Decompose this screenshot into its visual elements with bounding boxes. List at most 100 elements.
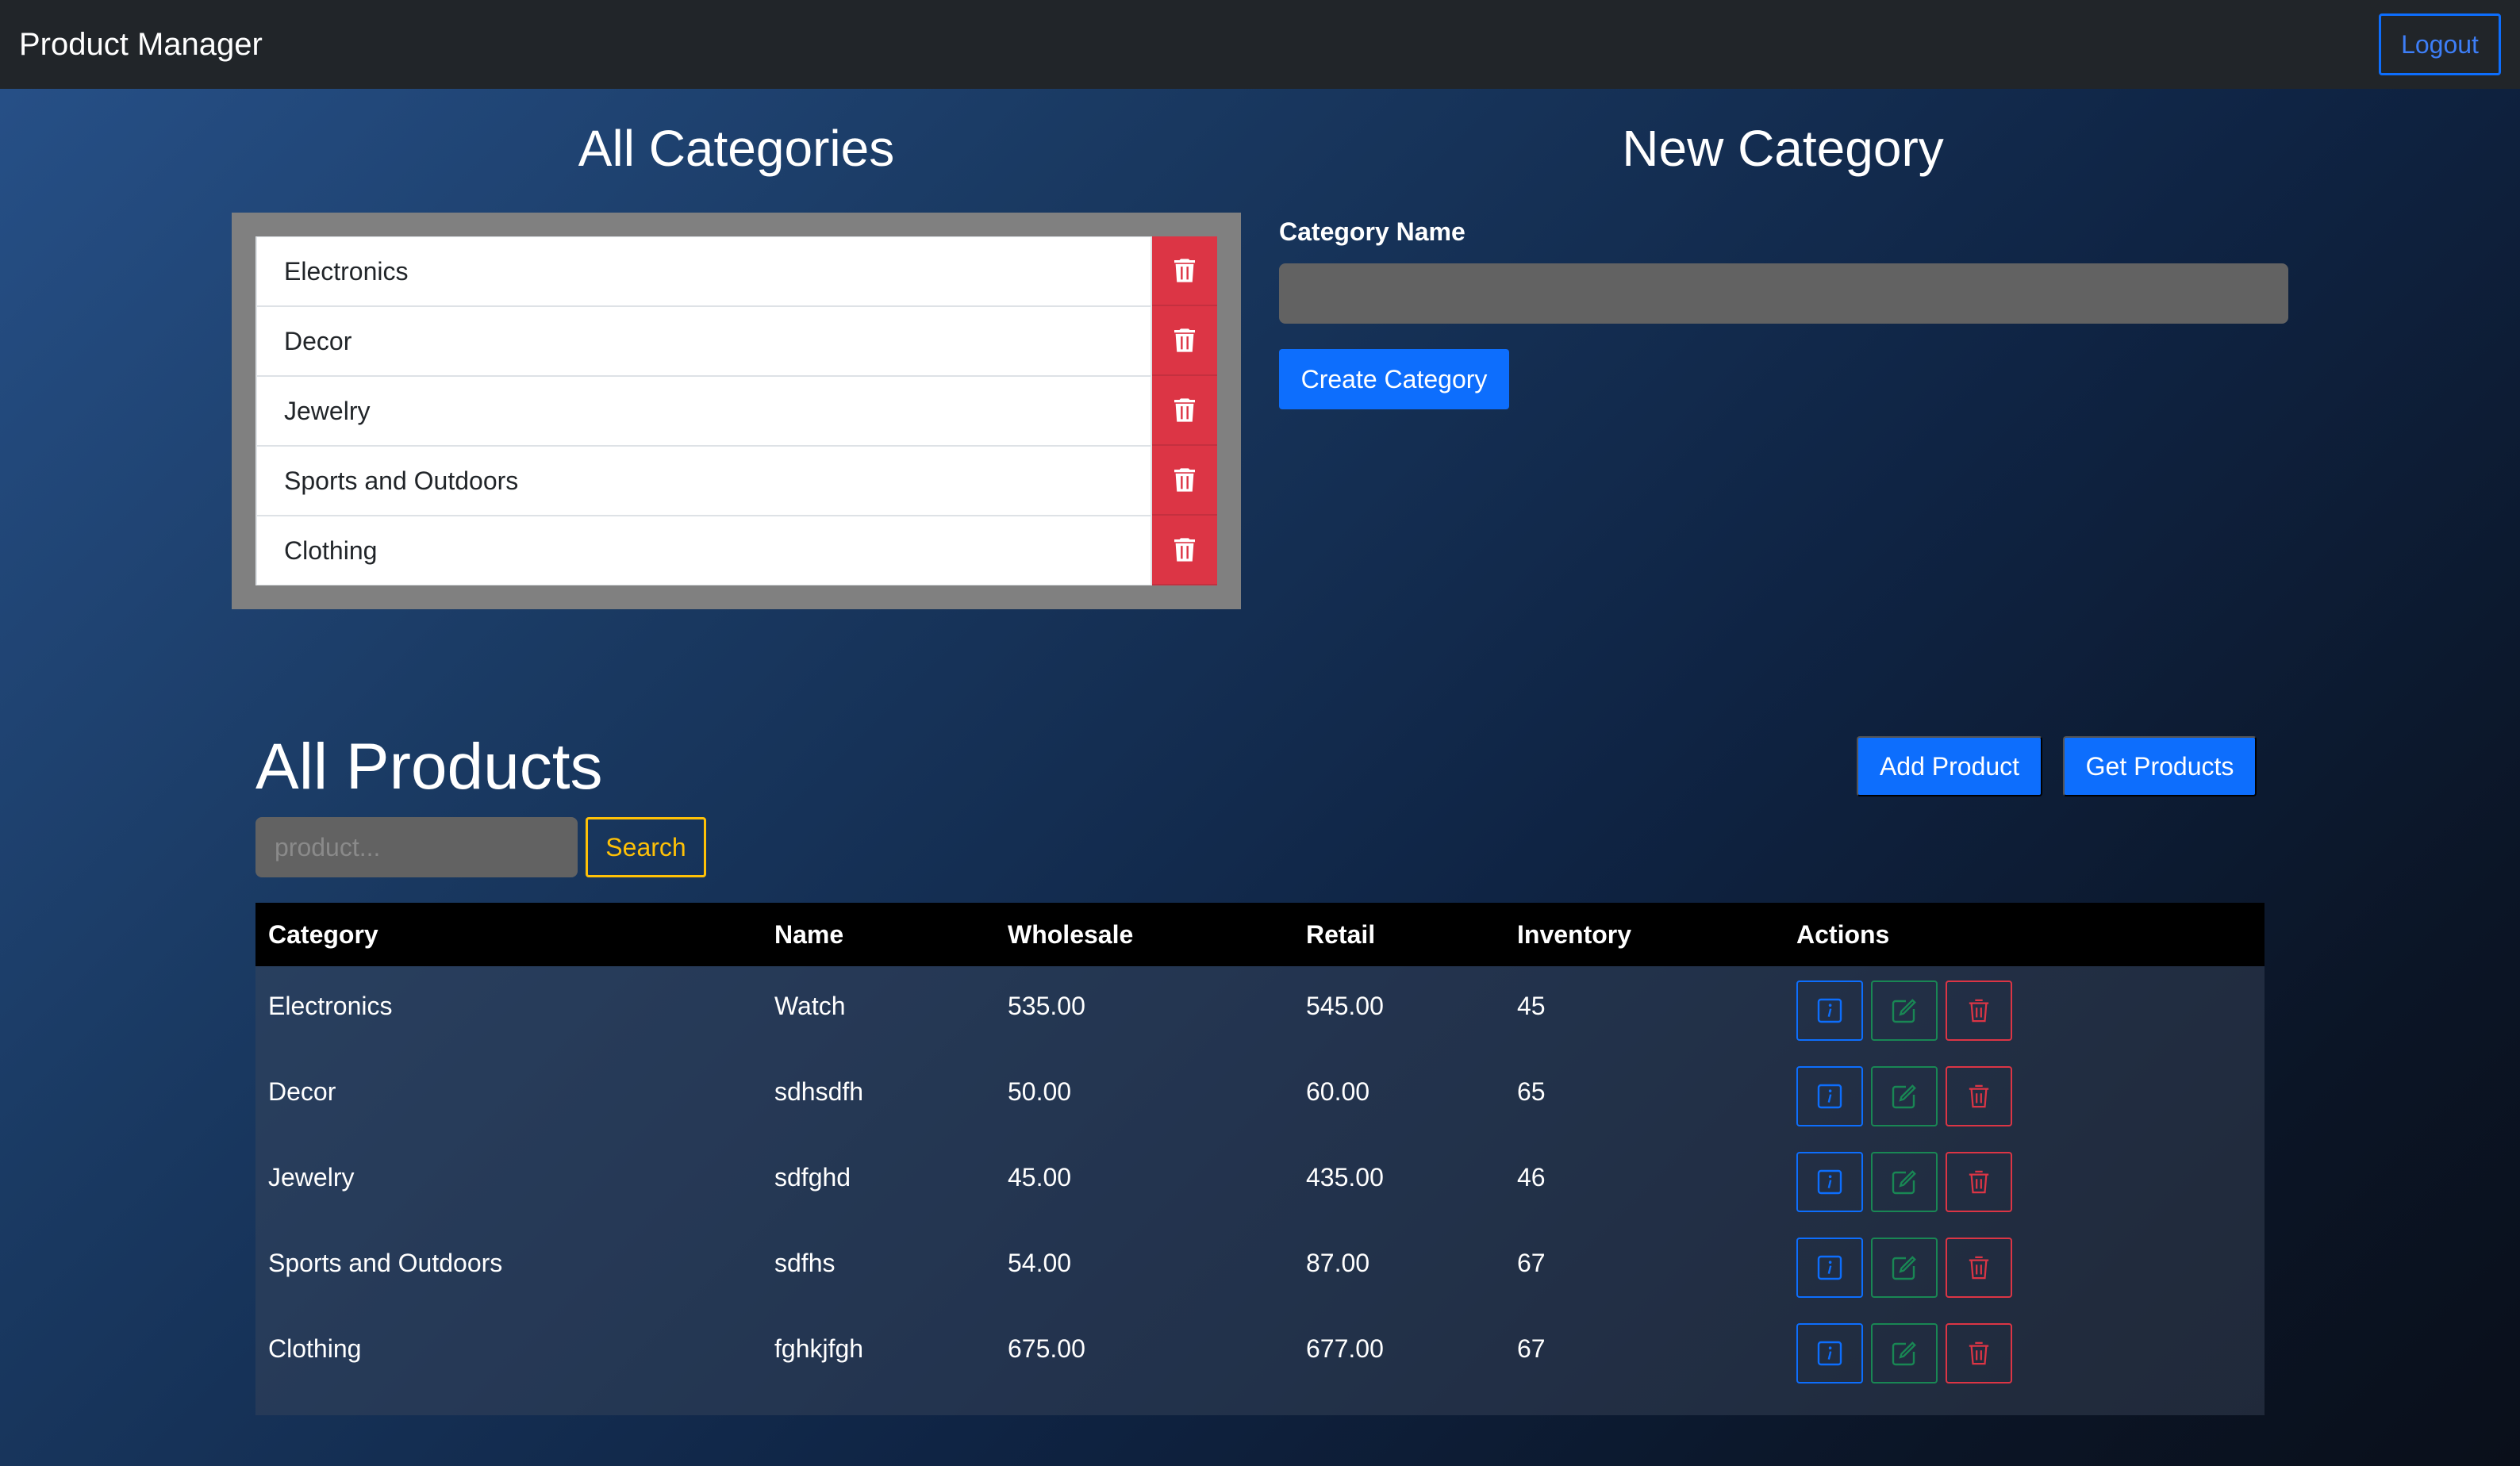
table-row: Decor sdhsdfh 50.00 60.00 65: [255, 1052, 2265, 1138]
table-row: Sports and Outdoors sdfhs 54.00 87.00 67: [255, 1223, 2265, 1309]
cell-category: Decor: [268, 1077, 336, 1106]
cell-inventory: 46: [1517, 1163, 1546, 1192]
products-heading: All Products: [255, 731, 603, 803]
table-row: Jewelry sdfghd 45.00 435.00 46: [255, 1138, 2265, 1223]
cell-retail: 545.00: [1306, 992, 1384, 1020]
cell-inventory: 67: [1517, 1249, 1546, 1277]
category-row: Jewelry: [255, 376, 1217, 446]
navbar: Product Manager Logout: [0, 0, 2520, 89]
cell-name: Watch: [774, 992, 846, 1020]
cell-name: sdfhs: [774, 1249, 836, 1277]
product-edit-button[interactable]: [1871, 981, 1938, 1041]
product-delete-button[interactable]: [1946, 1323, 2012, 1383]
trash-icon: [1969, 1170, 1989, 1194]
product-delete-button[interactable]: [1946, 1152, 2012, 1212]
cell-category: Clothing: [268, 1334, 362, 1363]
info-icon: [1817, 1169, 1842, 1195]
info-icon: [1817, 1341, 1842, 1366]
product-delete-button[interactable]: [1946, 1066, 2012, 1126]
cell-actions: [1796, 1309, 2265, 1395]
product-edit-button[interactable]: [1871, 1323, 1938, 1383]
product-search-input[interactable]: [255, 817, 578, 877]
logout-button[interactable]: Logout: [2379, 13, 2501, 75]
cell-inventory: 67: [1517, 1334, 1546, 1363]
delete-category-button[interactable]: [1152, 306, 1217, 376]
delete-category-button[interactable]: [1152, 516, 1217, 585]
column-header-actions: Actions: [1796, 919, 1890, 949]
add-product-button[interactable]: Add Product: [1857, 736, 2042, 796]
edit-icon: [1892, 999, 1916, 1023]
search-button[interactable]: Search: [586, 817, 706, 877]
trash-icon: [1969, 999, 1989, 1023]
cell-actions: [1796, 1138, 2265, 1223]
cell-wholesale: 45.00: [1008, 1163, 1072, 1192]
cell-wholesale: 675.00: [1008, 1334, 1085, 1363]
product-edit-button[interactable]: [1871, 1066, 1938, 1126]
category-name-label: Category Name: [1279, 217, 1466, 246]
brand-title[interactable]: Product Manager: [19, 27, 263, 63]
product-edit-button[interactable]: [1871, 1152, 1938, 1212]
category-name-input[interactable]: [1279, 263, 2288, 324]
info-icon: [1817, 998, 1842, 1023]
table-row: Clothing fghkjfgh 675.00 677.00 67: [255, 1309, 2265, 1395]
product-delete-button[interactable]: [1946, 981, 2012, 1041]
delete-category-button[interactable]: [1152, 236, 1217, 306]
product-edit-button[interactable]: [1871, 1238, 1938, 1298]
cell-retail: 435.00: [1306, 1163, 1384, 1192]
cell-actions: [1796, 966, 2265, 1052]
product-info-button[interactable]: [1796, 981, 1863, 1041]
cell-retail: 60.00: [1306, 1077, 1370, 1106]
cell-category: Sports and Outdoors: [268, 1249, 503, 1277]
info-icon: [1817, 1255, 1842, 1280]
trash-icon: [1174, 468, 1195, 492]
edit-icon: [1892, 1256, 1916, 1280]
delete-category-button[interactable]: [1152, 446, 1217, 516]
table-header: Category Name Wholesale Retail Inventory…: [255, 903, 2265, 966]
product-info-button[interactable]: [1796, 1238, 1863, 1298]
edit-icon: [1892, 1084, 1916, 1109]
category-name: Clothing: [255, 516, 1152, 585]
cell-name: sdhsdfh: [774, 1077, 864, 1106]
trash-icon: [1174, 259, 1195, 282]
trash-icon: [1969, 1256, 1989, 1280]
category-name: Decor: [255, 306, 1152, 376]
trash-icon: [1174, 538, 1195, 562]
cell-actions: [1796, 1052, 2265, 1138]
product-info-button[interactable]: [1796, 1323, 1863, 1383]
category-name: Sports and Outdoors: [255, 446, 1152, 516]
get-products-button[interactable]: Get Products: [2063, 736, 2257, 796]
product-delete-button[interactable]: [1946, 1238, 2012, 1298]
trash-icon: [1174, 398, 1195, 422]
column-header-retail[interactable]: Retail: [1306, 920, 1517, 950]
trash-icon: [1174, 328, 1195, 352]
new-category-heading: New Category: [1622, 120, 1944, 177]
category-row: Sports and Outdoors: [255, 446, 1217, 516]
table-row: Electronics Watch 535.00 545.00 45: [255, 966, 2265, 1052]
category-list: Electronics Decor Jewelry Sports and Out…: [232, 213, 1241, 609]
edit-icon: [1892, 1170, 1916, 1195]
info-icon: [1817, 1084, 1842, 1109]
column-header-category[interactable]: Category: [255, 920, 774, 950]
delete-category-button[interactable]: [1152, 376, 1217, 446]
cell-retail: 677.00: [1306, 1334, 1384, 1363]
column-header-name[interactable]: Name: [774, 920, 1008, 950]
categories-heading: All Categories: [578, 120, 895, 177]
column-header-inventory[interactable]: Inventory: [1517, 920, 1796, 950]
edit-icon: [1892, 1341, 1916, 1366]
cell-category: Jewelry: [268, 1163, 355, 1192]
trash-icon: [1969, 1341, 1989, 1365]
category-name: Jewelry: [255, 376, 1152, 446]
column-header-wholesale[interactable]: Wholesale: [1008, 920, 1306, 950]
product-info-button[interactable]: [1796, 1152, 1863, 1212]
cell-name: fghkjfgh: [774, 1334, 864, 1363]
cell-wholesale: 50.00: [1008, 1077, 1072, 1106]
cell-inventory: 45: [1517, 992, 1546, 1020]
category-name: Electronics: [255, 236, 1152, 306]
table-body: Electronics Watch 535.00 545.00 45 Decor…: [255, 966, 2265, 1415]
cell-actions: [1796, 1223, 2265, 1309]
cell-category: Electronics: [268, 992, 393, 1020]
product-info-button[interactable]: [1796, 1066, 1863, 1126]
create-category-button[interactable]: Create Category: [1279, 349, 1509, 409]
cell-inventory: 65: [1517, 1077, 1546, 1106]
category-row: Decor: [255, 306, 1217, 376]
